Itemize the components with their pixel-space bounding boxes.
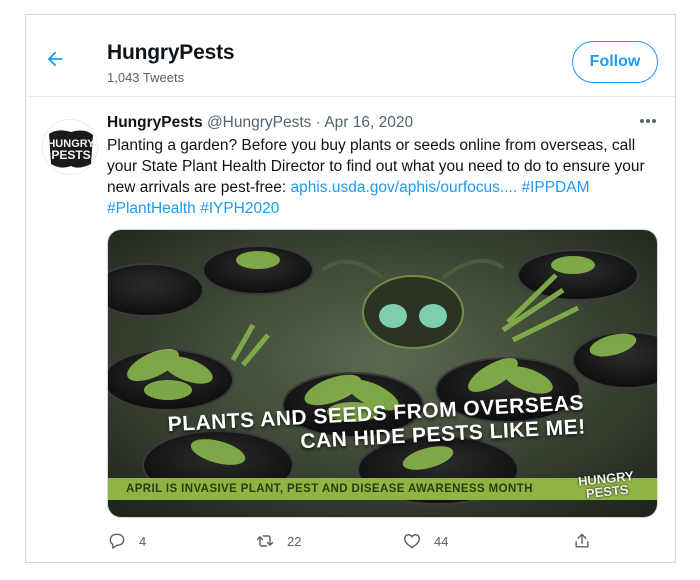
like-button[interactable]: 44: [402, 530, 448, 552]
reply-icon: [109, 533, 125, 549]
hashtag-ippdam[interactable]: #IPPDAM: [521, 179, 589, 196]
share-icon: [575, 533, 589, 548]
like-count: 44: [434, 533, 449, 549]
avatar-logo-text-2: PESTS: [51, 148, 90, 162]
retweet-count: 22: [287, 533, 302, 549]
author-handle[interactable]: @HungryPests: [207, 114, 311, 131]
hungry-pests-logo-badge: HUNGRY PESTS: [572, 468, 641, 510]
tweet-header: HungryPests @HungryPests · Apr 16, 2020: [107, 114, 413, 132]
retweet-button[interactable]: 22: [255, 530, 301, 552]
hungry-pests-logo: HUNGRY PESTS: [43, 120, 97, 174]
profile-name: HungryPests: [107, 41, 235, 64]
hashtag-planthealth[interactable]: #PlantHealth: [107, 200, 196, 217]
profile-header: HungryPests 1,043 Tweets Follow: [26, 15, 675, 97]
share-button[interactable]: [572, 530, 592, 552]
tweet-actions: 4 22 44: [107, 530, 589, 554]
back-button[interactable]: [44, 48, 72, 76]
tweet-link[interactable]: aphis.usda.gov/aphis/ourfocus....: [291, 179, 518, 196]
follow-button[interactable]: Follow: [572, 41, 658, 83]
tweet-page: HungryPests 1,043 Tweets Follow HUNGRY P…: [25, 14, 676, 563]
meta-separator: ·: [315, 114, 321, 131]
avatar[interactable]: HUNGRY PESTS: [42, 119, 98, 175]
reply-button[interactable]: 4: [107, 530, 146, 552]
heart-icon: [403, 534, 421, 549]
arrow-left-icon: [47, 51, 63, 67]
retweet-icon: [256, 535, 274, 547]
tweet-text: Planting a garden? Before you buy plants…: [107, 135, 662, 219]
tweet-image[interactable]: PLANTS AND SEEDS FROM OVERSEAS CAN HIDE …: [107, 229, 658, 518]
more-horizontal-icon: [640, 119, 656, 123]
hashtag-iyph2020[interactable]: #IYPH2020: [200, 200, 279, 217]
tweet-count: 1,043 Tweets: [107, 70, 185, 85]
tweet-date[interactable]: Apr 16, 2020: [324, 114, 413, 131]
more-options-button[interactable]: [636, 113, 660, 129]
author-name[interactable]: HungryPests: [107, 114, 203, 131]
reply-count: 4: [139, 533, 147, 549]
